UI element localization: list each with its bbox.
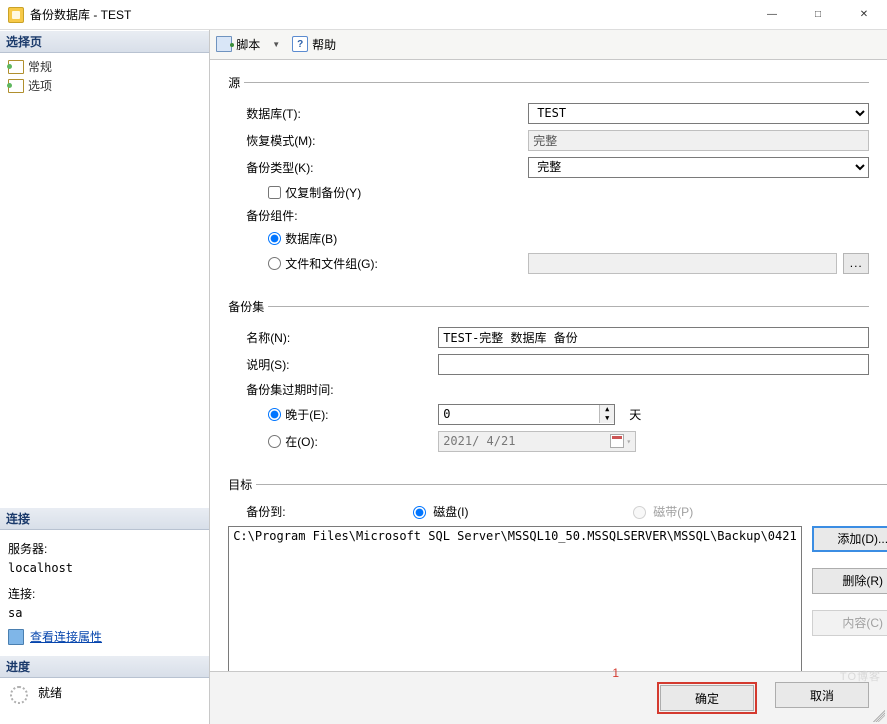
script-dropdown[interactable]: 脚本 <box>236 36 260 53</box>
component-database-label: 数据库(B) <box>285 230 337 247</box>
sidebar-page-label: 选项 <box>28 77 52 94</box>
progress-spinner-icon <box>10 686 28 704</box>
dest-disk-input[interactable] <box>413 506 426 519</box>
backup-name-input[interactable] <box>438 327 869 348</box>
copy-only-input[interactable] <box>268 186 281 199</box>
destination-path: C:\Program Files\Microsoft SQL Server\MS… <box>233 529 797 543</box>
ok-highlight-box: 确定 <box>657 682 757 714</box>
copy-only-checkbox[interactable]: 仅复制备份(Y) <box>228 184 361 201</box>
database-label: 数据库(T): <box>228 105 528 122</box>
dest-tape-input <box>633 506 646 519</box>
component-filegroup-label: 文件和文件组(G): <box>285 255 378 272</box>
backup-to-label: 备份到: <box>228 503 408 520</box>
dest-disk-radio[interactable]: 磁盘(I) <box>408 503 628 520</box>
database-select[interactable]: TEST <box>528 103 869 124</box>
backup-type-select[interactable]: 完整 <box>528 157 869 178</box>
remove-destination-button[interactable]: 删除(R) <box>812 568 887 594</box>
add-destination-button[interactable]: 添加(D)... <box>812 526 887 552</box>
page-icon <box>8 79 24 93</box>
sidebar: 选择页 常规 选项 连接 服务器: localhost 连接: sa 查看连接 <box>0 30 210 724</box>
server-value: localhost <box>8 561 73 575</box>
progress-status: 就绪 <box>38 684 62 701</box>
spin-down-icon[interactable]: ▼ <box>600 414 614 423</box>
server-label: 服务器: <box>8 542 47 556</box>
view-connection-properties-link[interactable]: 查看连接属性 <box>30 628 102 645</box>
dest-tape-label: 磁带(P) <box>653 503 693 520</box>
group-backup-set: 备份集 名称(N): 说明(S): 备份集过期时间: <box>228 298 869 458</box>
backup-component-label: 备份组件: <box>228 207 528 224</box>
page-icon <box>8 60 24 74</box>
component-filegroup-radio[interactable]: 文件和文件组(G): <box>228 255 528 272</box>
connection-label: 连接: <box>8 587 35 601</box>
ok-button[interactable]: 确定 <box>660 685 754 711</box>
expire-days-value[interactable] <box>439 405 599 424</box>
expire-after-radio[interactable]: 晚于(E): <box>228 406 438 423</box>
component-database-input[interactable] <box>268 232 281 245</box>
backup-name-label: 名称(N): <box>228 329 438 346</box>
chevron-down-icon[interactable]: ▾ <box>626 437 631 446</box>
close-button[interactable]: ✕ <box>841 0 887 30</box>
chevron-down-icon[interactable]: ▼ <box>272 40 280 49</box>
expire-after-input[interactable] <box>268 408 281 421</box>
filegroup-path-display <box>528 253 837 274</box>
dest-disk-label: 磁盘(I) <box>433 503 468 520</box>
sidebar-page-options[interactable]: 选项 <box>2 76 207 95</box>
group-destination: 目标 备份到: 磁盘(I) 磁带(P) <box>228 476 887 671</box>
expire-on-radio[interactable]: 在(O): <box>228 433 438 450</box>
backup-type-label: 备份类型(K): <box>228 159 528 176</box>
resize-grip[interactable] <box>873 710 885 722</box>
backup-desc-input[interactable] <box>438 354 869 375</box>
expire-label: 备份集过期时间: <box>228 381 528 398</box>
destination-list[interactable]: C:\Program Files\Microsoft SQL Server\MS… <box>228 526 802 671</box>
contents-button[interactable]: 内容(C) <box>812 610 887 636</box>
expire-after-label: 晚于(E): <box>285 406 328 423</box>
page-list: 常规 选项 <box>0 53 209 99</box>
copy-only-label: 仅复制备份(Y) <box>285 184 361 201</box>
sidebar-page-label: 常规 <box>28 58 52 75</box>
backup-desc-label: 说明(S): <box>228 356 438 373</box>
expire-on-label: 在(O): <box>285 433 318 450</box>
title-bar: 备份数据库 - TEST — □ ✕ <box>0 0 887 30</box>
group-source: 源 数据库(T): TEST 恢复模式(M): 完整 <box>228 74 869 280</box>
connection-props-icon <box>8 629 24 645</box>
recovery-model-value: 完整 <box>528 130 869 151</box>
component-filegroup-input[interactable] <box>268 257 281 270</box>
group-backup-set-legend: 备份集 <box>228 298 268 315</box>
dest-tape-radio: 磁带(P) <box>628 503 848 520</box>
expire-on-date-value: 2021/ 4/21 <box>443 434 515 448</box>
progress-header: 进度 <box>0 655 209 678</box>
component-database-radio[interactable]: 数据库(B) <box>228 230 337 247</box>
window-title: 备份数据库 - TEST <box>30 6 131 23</box>
recovery-model-label: 恢复模式(M): <box>228 132 528 149</box>
sidebar-page-general[interactable]: 常规 <box>2 57 207 76</box>
toolbar: 脚本 ▼ 帮助 <box>210 30 887 60</box>
app-icon <box>8 7 24 23</box>
calendar-icon <box>610 434 624 448</box>
group-destination-legend: 目标 <box>228 476 256 493</box>
annotation-marker: 1 <box>612 666 619 680</box>
minimize-button[interactable]: — <box>749 0 795 30</box>
expire-on-date-picker[interactable]: 2021/ 4/21 ▾ <box>438 431 636 452</box>
connection-header: 连接 <box>0 507 209 530</box>
help-icon <box>292 36 308 52</box>
connection-block: 服务器: localhost 连接: sa 查看连接属性 <box>0 530 209 655</box>
script-icon <box>216 36 232 52</box>
expire-on-input[interactable] <box>268 435 281 448</box>
group-source-legend: 源 <box>228 74 244 91</box>
expire-days-unit: 天 <box>629 406 641 423</box>
expire-days-spinner[interactable]: ▲▼ <box>438 404 615 425</box>
dialog-footer: 1 确定 取消 <box>210 671 887 724</box>
connection-value: sa <box>8 606 22 620</box>
select-page-header: 选择页 <box>0 30 209 53</box>
filegroup-browse-button[interactable]: ... <box>843 253 869 274</box>
maximize-button[interactable]: □ <box>795 0 841 30</box>
help-button[interactable]: 帮助 <box>312 36 336 53</box>
cancel-button[interactable]: 取消 <box>775 682 869 708</box>
spin-up-icon[interactable]: ▲ <box>600 405 614 414</box>
content: 脚本 ▼ 帮助 源 数据库(T): TEST 恢复模式(M) <box>210 30 887 724</box>
progress-block: 就绪 <box>0 678 209 724</box>
